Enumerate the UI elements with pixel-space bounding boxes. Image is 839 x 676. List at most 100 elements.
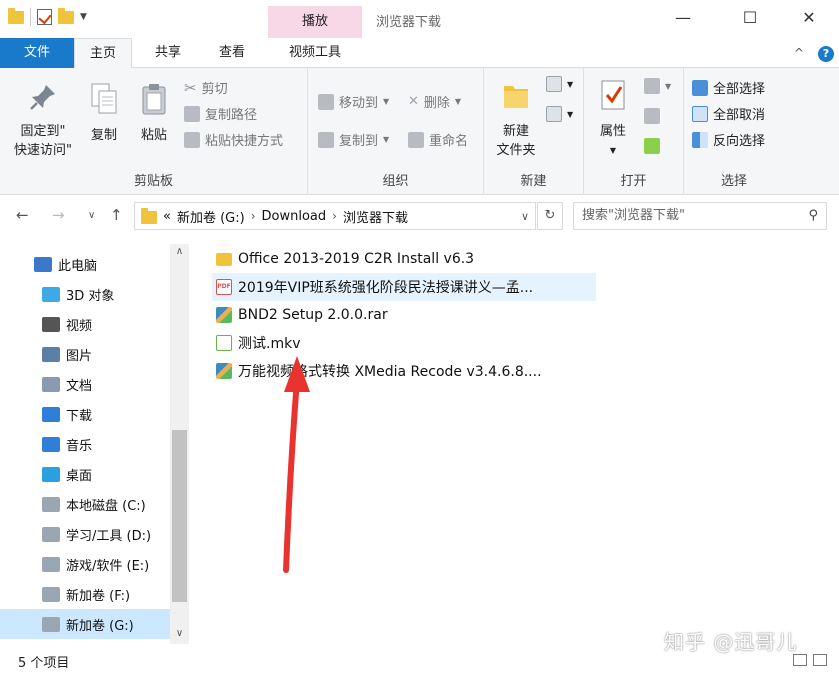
drive-icon xyxy=(42,556,60,572)
paste-shortcut-button[interactable]: 粘贴快捷方式 xyxy=(184,130,283,149)
breadcrumb-overflow[interactable]: « xyxy=(163,209,171,224)
pin-label: 固定到" xyxy=(20,124,66,139)
nav-item-downloads[interactable]: 下载 xyxy=(0,399,170,429)
nav-item-music[interactable]: 音乐 xyxy=(0,429,170,459)
tab-view[interactable]: 查看 xyxy=(202,38,262,68)
minimize-button[interactable]: — xyxy=(663,8,703,27)
nav-item-drive-d[interactable]: 学习/工具 (D:) xyxy=(0,519,170,549)
nav-item-drive-e[interactable]: 游戏/软件 (E:) xyxy=(0,549,170,579)
nav-item-drive-c[interactable]: 本地磁盘 (C:) xyxy=(0,489,170,519)
nav-item-documents[interactable]: 文档 xyxy=(0,369,170,399)
desktop-icon xyxy=(42,466,60,482)
list-item[interactable]: 万能视频格式转换 XMedia Recode v3.4.6.8.... xyxy=(212,357,542,385)
tab-video-tools[interactable]: 视频工具 xyxy=(268,38,362,68)
nav-item-3d-objects[interactable]: 3D 对象 xyxy=(0,279,170,309)
list-item[interactable]: PDF 2019年VIP班系统强化阶段民法授课讲义—孟... xyxy=(212,273,596,301)
list-item[interactable]: BND2 Setup 2.0.0.rar xyxy=(212,301,388,329)
nav-item-videos[interactable]: 视频 xyxy=(0,309,170,339)
film-icon xyxy=(42,316,60,332)
copy-path-label: 复制路径 xyxy=(205,108,258,123)
collapse-ribbon-icon[interactable]: ^ xyxy=(794,46,804,60)
archive-icon xyxy=(216,307,232,323)
search-input[interactable]: 搜索"浏览器下载" ⚲ xyxy=(573,202,827,230)
tab-home[interactable]: 主页 xyxy=(74,38,132,69)
copy-to-button[interactable]: 复制到 ▼ xyxy=(318,130,389,149)
tab-play[interactable]: 播放 xyxy=(268,6,362,38)
list-item[interactable]: Office 2013-2019 C2R Install v6.3 xyxy=(212,245,474,273)
paste-shortcut-icon xyxy=(184,131,200,148)
close-button[interactable]: ✕ xyxy=(789,8,829,27)
open-group-label: 打开 xyxy=(620,174,647,189)
paste-shortcut-label: 粘贴快捷方式 xyxy=(205,134,284,149)
help-icon[interactable]: ? xyxy=(818,46,834,62)
easy-access-button[interactable]: ▼ xyxy=(546,106,573,122)
properties-check-icon[interactable] xyxy=(37,9,52,25)
scrollbar-thumb[interactable] xyxy=(172,430,187,602)
forward-arrow-icon[interactable]: → xyxy=(52,206,65,224)
chevron-right-icon[interactable]: › xyxy=(332,209,337,223)
file-name: 测试.mkv xyxy=(238,336,301,352)
paste-button[interactable]: 粘贴 xyxy=(132,82,176,145)
edit-button[interactable] xyxy=(644,108,660,124)
nav-item-label: 下载 xyxy=(66,408,93,424)
pdf-icon: PDF xyxy=(216,279,232,295)
open-button[interactable]: ▼ xyxy=(644,78,671,94)
scroll-down-icon[interactable]: ∨ xyxy=(170,628,189,639)
chevron-right-icon[interactable]: › xyxy=(251,209,256,223)
open-icon xyxy=(644,78,660,94)
chevron-down-icon: ▼ xyxy=(383,97,390,106)
search-icon[interactable]: ⚲ xyxy=(808,203,818,229)
new-folder-button[interactable]: 新建 文件夹 xyxy=(490,78,542,160)
properties-icon xyxy=(601,80,625,110)
history-button[interactable] xyxy=(644,138,660,154)
select-none-button[interactable]: 全部取消 xyxy=(692,104,765,123)
tab-share[interactable]: 共享 xyxy=(138,38,198,68)
copy-button[interactable]: 复制 xyxy=(84,82,124,145)
copy-icon xyxy=(91,83,117,114)
address-bar[interactable]: « 新加卷 (G:) › Download › 浏览器下载 ∨ xyxy=(134,202,536,230)
quick-access-toolbar: ▼ xyxy=(8,7,87,26)
nav-item-drive-f[interactable]: 新加卷 (F:) xyxy=(0,579,170,609)
copy-path-icon xyxy=(184,105,200,122)
tab-file[interactable]: 文件 xyxy=(0,38,74,68)
back-arrow-icon[interactable]: ← xyxy=(16,206,29,224)
copy-path-button[interactable]: 复制路径 xyxy=(184,104,257,123)
nav-item-drive-g[interactable]: 新加卷 (G:) xyxy=(0,609,170,639)
file-name: 2019年VIP班系统强化阶段民法授课讲义—孟... xyxy=(238,280,534,296)
move-to-button[interactable]: 移动到 ▼ xyxy=(318,92,389,111)
scroll-up-icon[interactable]: ∧ xyxy=(170,246,189,257)
recent-locations-chevron-icon[interactable]: ∨ xyxy=(88,210,95,221)
address-history-chevron-icon[interactable]: ∨ xyxy=(521,210,529,223)
nav-item-pictures[interactable]: 图片 xyxy=(0,339,170,369)
nav-item-label: 3D 对象 xyxy=(66,288,115,304)
details-view-icon[interactable] xyxy=(793,654,807,666)
pin-icon xyxy=(30,85,55,110)
large-icons-view-icon[interactable] xyxy=(813,654,827,666)
list-item[interactable]: 测试.mkv xyxy=(212,329,300,357)
breadcrumb-download[interactable]: Download xyxy=(262,209,327,224)
delete-label: 删除 xyxy=(423,96,450,111)
file-name: Office 2013-2019 C2R Install v6.3 xyxy=(238,251,475,267)
new-folder-icon[interactable] xyxy=(58,7,74,24)
rename-button[interactable]: 重命名 xyxy=(408,130,468,149)
breadcrumb-current[interactable]: 浏览器下载 xyxy=(343,207,408,226)
nav-item-this-pc[interactable]: 此电脑 xyxy=(0,249,170,279)
folder-icon xyxy=(141,208,157,224)
pin-quick-access-button[interactable]: 固定到" 快速访问" xyxy=(8,82,78,160)
up-arrow-icon[interactable]: ↑ xyxy=(110,206,123,224)
new-item-button[interactable]: ▼ xyxy=(546,76,573,92)
cut-button[interactable]: ✂ 剪切 xyxy=(184,78,228,98)
properties-button[interactable]: 属性 ▼ xyxy=(590,78,636,160)
nav-item-desktop[interactable]: 桌面 xyxy=(0,459,170,489)
maximize-button[interactable]: ☐ xyxy=(730,8,770,27)
delete-button[interactable]: ✕ 删除 ▼ xyxy=(408,92,461,111)
customize-toolbar-dropdown[interactable]: ▼ xyxy=(80,12,87,22)
select-all-button[interactable]: 全部选择 xyxy=(692,78,765,97)
paste-icon xyxy=(142,84,166,115)
breadcrumb-drive[interactable]: 新加卷 (G:) xyxy=(177,207,245,226)
nav-item-label: 图片 xyxy=(66,348,93,364)
invert-selection-button[interactable]: 反向选择 xyxy=(692,130,765,149)
refresh-button[interactable]: ↻ xyxy=(537,202,563,230)
nav-pane-scrollbar[interactable]: ∧ ∨ xyxy=(170,244,189,644)
nav-item-label: 音乐 xyxy=(66,438,93,454)
